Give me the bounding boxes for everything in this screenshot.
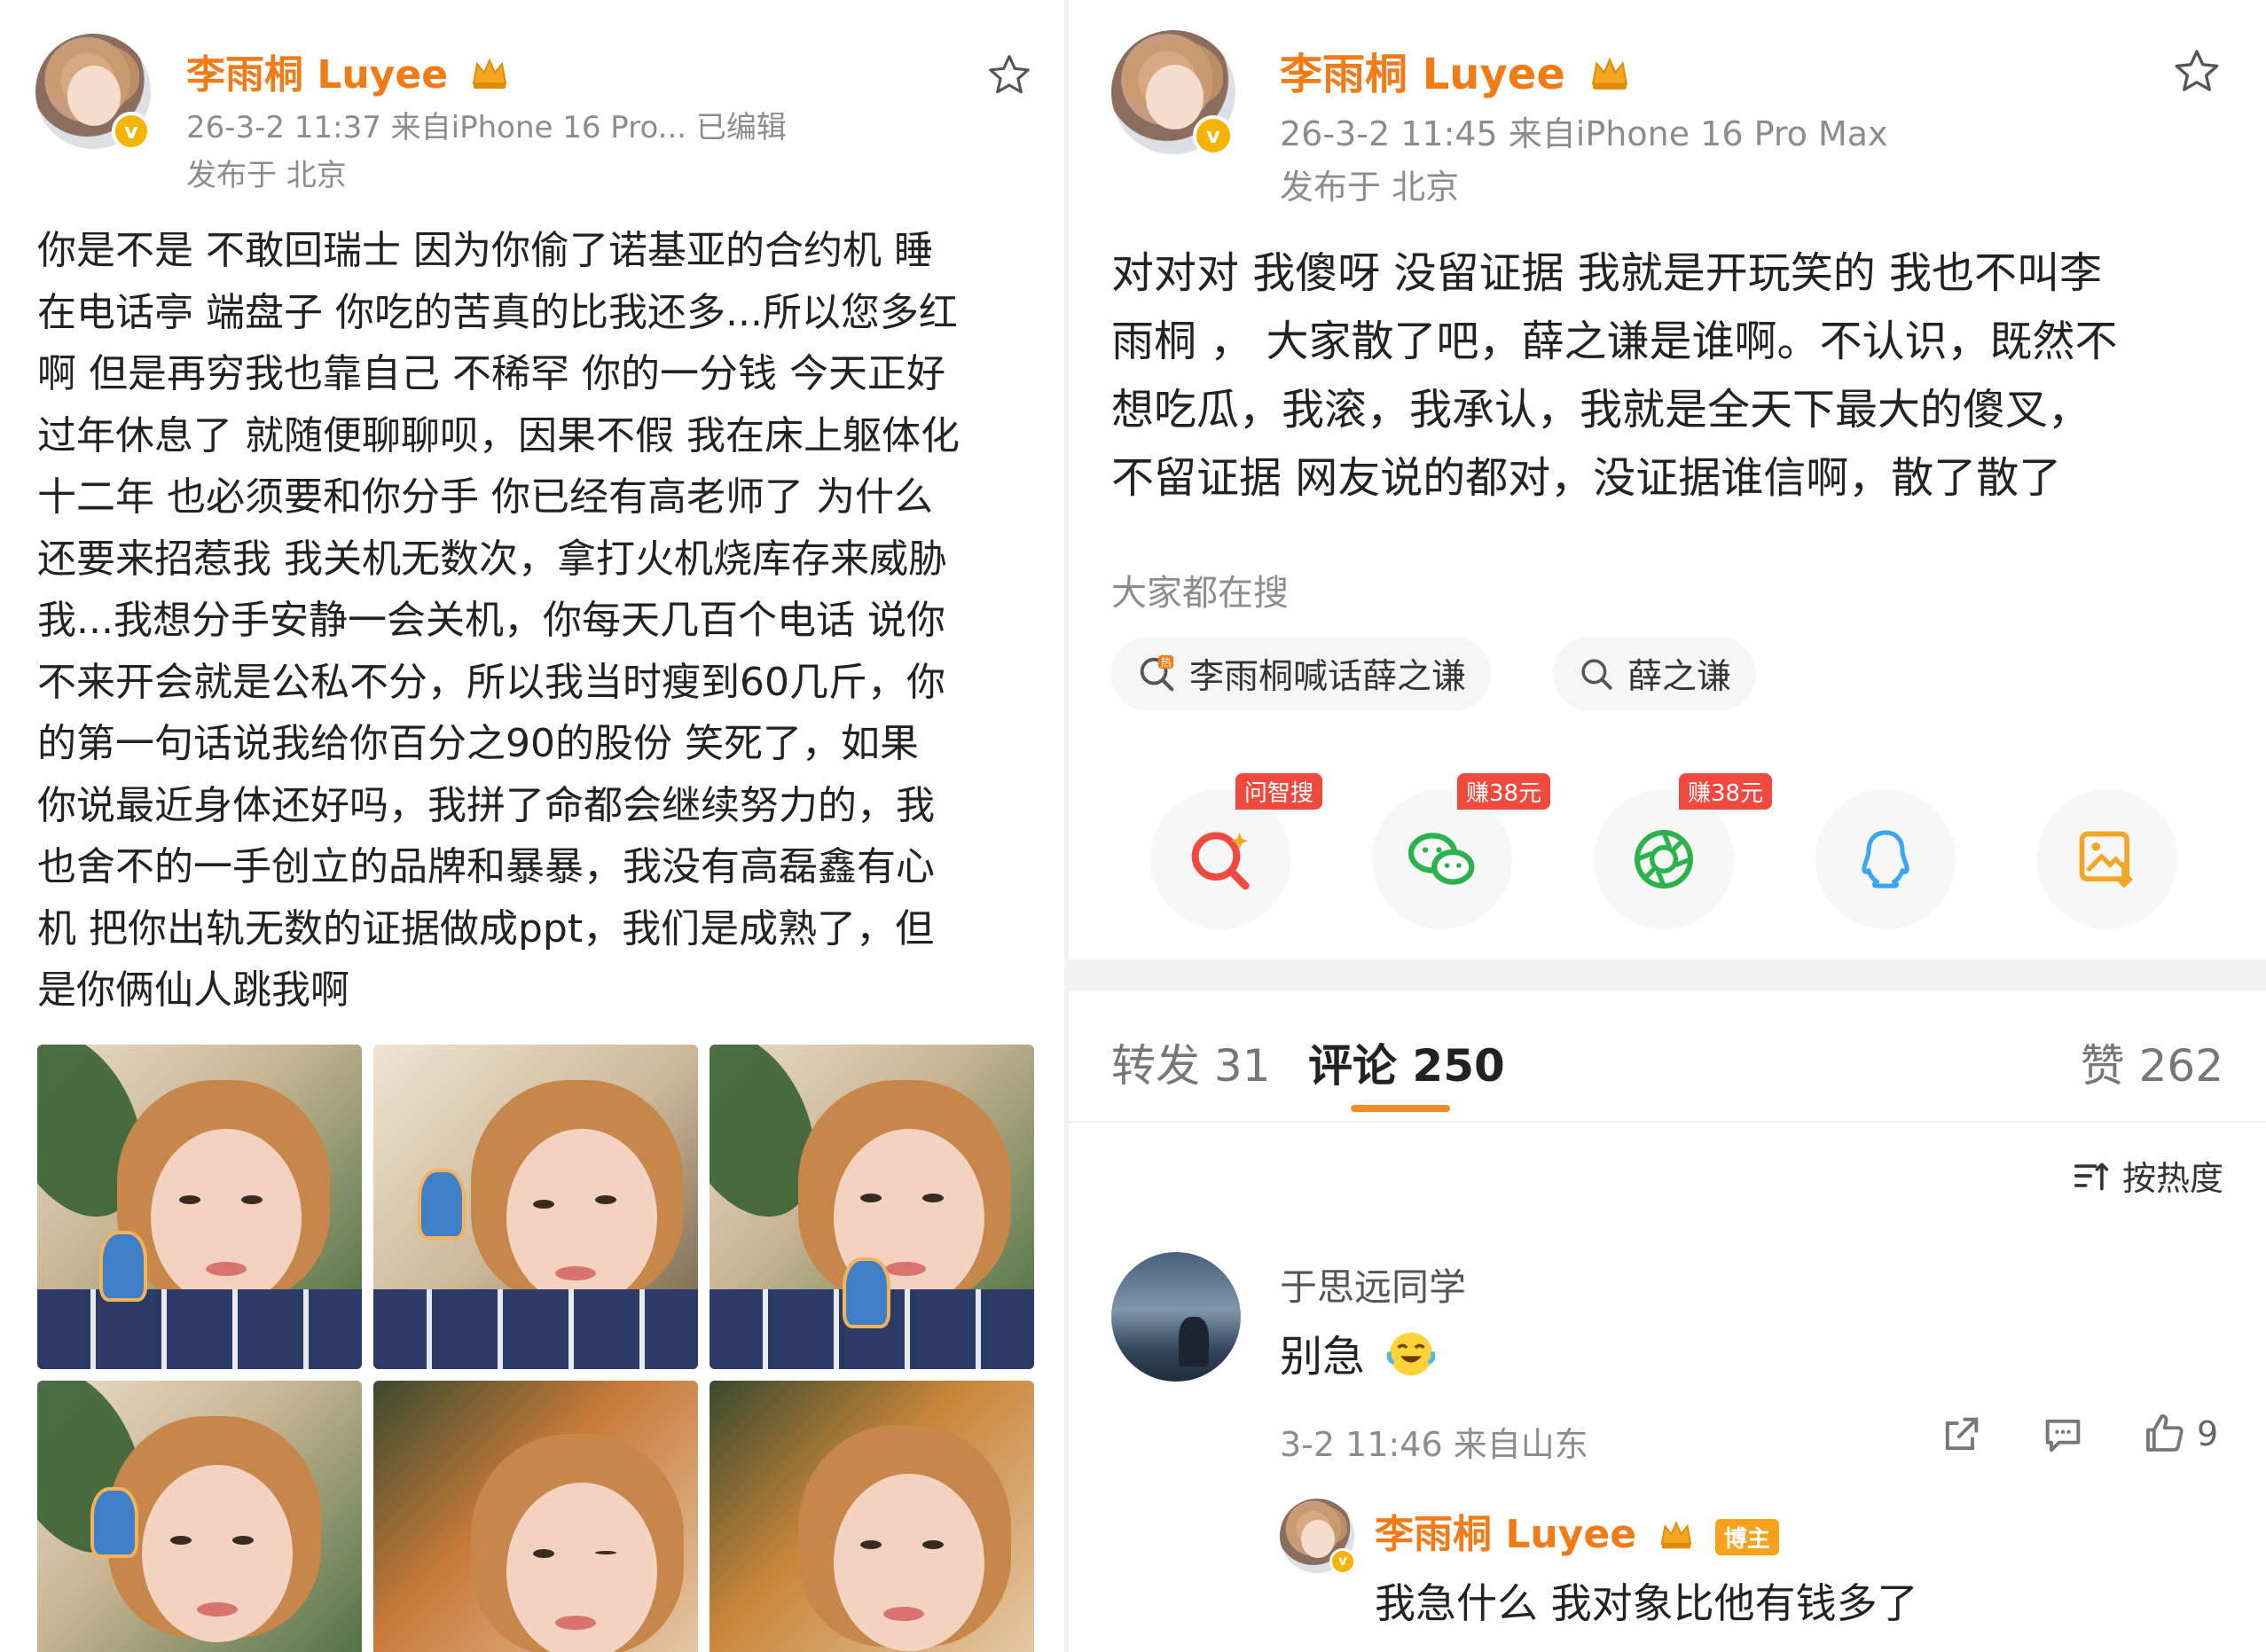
section-separator (1069, 959, 2266, 991)
post-body: 对对对 我傻呀 没留证据 我就是开玩笑的 我也不叫李 雨桐 ， 大家散了吧，薛之… (1111, 239, 2118, 513)
post-time-source: 26-3-2 11:37 来自iPhone 16 Pro... 已编辑 (186, 110, 787, 145)
thumbs-up-icon (2146, 1413, 2184, 1452)
post-line: 你说最近身体还好吗，我拼了命都会继续努力的，我 (37, 782, 935, 828)
post-body: 你是不是 不敢回瑞士 因为你偷了诺基亚的合约机 睡 在电话亭 端盘子 你吃的苦真… (37, 220, 960, 1022)
reply-author-name[interactable]: 李雨桐 Luyee 博主 (1375, 1502, 1779, 1560)
comment-share-button[interactable] (1938, 1412, 1984, 1458)
post-line: 十二年 也必须要和你分手 你已经有高老师了 为什么 (37, 474, 933, 520)
commenter-name[interactable]: 于思远同学 (1280, 1257, 1466, 1311)
laugh-cry-emoji-icon (1384, 1328, 1439, 1390)
comment-text: 别急 (1280, 1321, 1439, 1390)
author-name[interactable]: 李雨桐 Luyee (1280, 39, 1630, 102)
post-line: 是你俩仙人跳我啊 (37, 967, 349, 1013)
active-tab-indicator (1351, 1105, 1450, 1112)
sort-button[interactable]: 按热度 (2073, 1151, 2223, 1200)
post-photo[interactable] (37, 1045, 362, 1369)
trending-item-label: 薛之谦 (1627, 657, 1732, 697)
trending-item-label: 李雨桐喊话薛之谦 (1189, 657, 1467, 697)
trending-label: 大家都在搜 (1111, 573, 1289, 614)
post-photo[interactable] (710, 1381, 1034, 1652)
verified-badge-icon: v (1193, 115, 1234, 156)
post-line: 在电话亭 端盘子 你吃的苦真的比我还多...所以您多红 (37, 289, 958, 335)
reply-text: 我急什么 我对象比他有钱多了 (1375, 1579, 1918, 1627)
post-line: 想吃瓜，我滚，我承认，我就是全天下最大的傻叉， (1111, 385, 2091, 435)
post-line: 不来开会就是公私不分，所以我当时瘦到60几斤，你 (37, 659, 945, 705)
verified-badge-icon: v (112, 112, 151, 151)
crown-icon (470, 55, 509, 100)
hot-search-icon: 热 (1136, 654, 1177, 694)
right-post-panel: v 李雨桐 Luyee 26-3-2 11:45 来自iPhone 16 Pro… (1069, 0, 2266, 1652)
qq-icon (1815, 789, 1956, 929)
post-line: 对对对 我傻呀 没留证据 我就是开玩笑的 我也不叫李 (1111, 248, 2103, 298)
favorite-star-icon[interactable] (2170, 46, 2223, 101)
share-badge: 赚38元 (1457, 773, 1551, 810)
tab-reposts[interactable]: 转发 31 (1111, 1030, 1271, 1094)
tab-likes[interactable]: 赞 262 (2081, 1030, 2223, 1094)
share-save-image-button[interactable] (2037, 789, 2177, 929)
author-name[interactable]: 李雨桐 Luyee (186, 43, 509, 100)
sort-icon (2073, 1158, 2112, 1194)
share-qq-button[interactable] (1815, 789, 1956, 929)
reply-icon (2045, 1419, 2081, 1452)
post-line: 也舍不的一手创立的品牌和暴暴，我没有高磊鑫有心 (37, 844, 935, 889)
trending-search-pill[interactable]: 热 李雨桐喊话薛之谦 (1111, 637, 1492, 711)
post-line: 的第一句话说我给你百分之90的股份 笑死了，如果 (37, 721, 919, 766)
tab-comments[interactable]: 评论 250 (1308, 1030, 1505, 1094)
post-photo[interactable] (37, 1381, 362, 1652)
comment-like-button[interactable]: 9 (2140, 1410, 2218, 1458)
crown-icon (1658, 1515, 1694, 1560)
moments-icon (1594, 789, 1734, 929)
share-badge: 赚38元 (1679, 773, 1773, 810)
like-count: 9 (2197, 1414, 2219, 1453)
post-line: 不留证据 网友说的都对，没证据谁信啊，散了散了 (1111, 453, 2062, 503)
share-moments-button[interactable]: 赚38元 (1594, 773, 1773, 929)
post-line: 你是不是 不敢回瑞士 因为你偷了诺基亚的合约机 睡 (37, 228, 933, 273)
blogger-tag: 博主 (1714, 1518, 1779, 1555)
share-badge: 问智搜 (1235, 773, 1323, 810)
post-line: 啊 但是再穷我也靠自己 不稀罕 你的一分钱 今天正好 (37, 351, 945, 396)
share-ai-search-button[interactable]: 问智搜 (1150, 773, 1323, 929)
post-line: 雨桐 ， 大家散了吧，薛之谦是谁啊。不认识，既然不 (1111, 317, 2118, 366)
wechat-icon (1372, 789, 1512, 929)
verified-badge-icon: v (1329, 1548, 1356, 1575)
ai-search-icon (1150, 789, 1290, 929)
share-wechat-button[interactable]: 赚38元 (1372, 773, 1551, 929)
post-time-source: 26-3-2 11:45 来自iPhone 16 Pro Max (1280, 114, 1888, 153)
post-photo[interactable] (373, 1381, 698, 1652)
svg-text:热: 热 (1160, 656, 1172, 669)
comment-reply-button[interactable] (2039, 1412, 2087, 1458)
search-icon (1578, 655, 1615, 693)
commenter-avatar[interactable] (1111, 1252, 1241, 1382)
comment-meta: 3-2 11:46 来自山东 (1280, 1425, 1588, 1464)
post-photo[interactable] (710, 1045, 1034, 1369)
sort-label: 按热度 (2121, 1159, 2223, 1198)
trending-search-pill[interactable]: 薛之谦 (1553, 637, 1757, 711)
left-post-panel: v 李雨桐 Luyee 26-3-2 11:37 来自iPhone 16 Pro… (0, 0, 1069, 1652)
crown-icon (1589, 52, 1630, 102)
post-line: 我...我想分手安静一会关机，你每天几百个电话 说你 (37, 598, 945, 643)
favorite-star-icon[interactable] (984, 51, 1034, 103)
post-photo[interactable] (373, 1045, 698, 1369)
save-image-icon (2037, 789, 2177, 929)
post-line: 机 把你出轨无数的证据做成ppt，我们是成熟了，但 (37, 905, 935, 951)
post-line: 过年休息了 就随便聊聊呗，因果不假 我在床上躯体化 (37, 412, 960, 458)
tabs-divider (1069, 1121, 2266, 1123)
post-location: 发布于 北京 (186, 158, 347, 193)
photo-grid (37, 1045, 1034, 1652)
post-location: 发布于 北京 (1280, 168, 1460, 207)
post-line: 还要来招惹我 我关机无数次，拿打火机烧库存来威胁 (37, 536, 947, 582)
share-icon (1945, 1417, 1979, 1451)
